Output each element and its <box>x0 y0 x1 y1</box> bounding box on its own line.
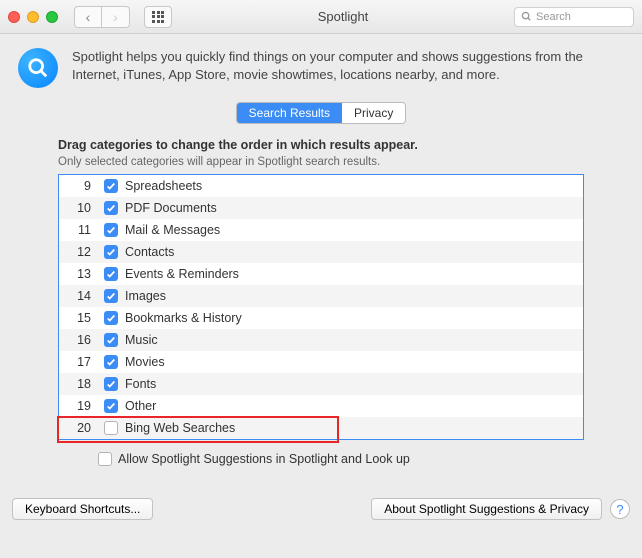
tab-group: Search Results Privacy <box>236 102 407 124</box>
instructions-bold: Drag categories to change the order in w… <box>58 138 584 152</box>
row-checkbox[interactable] <box>104 355 118 369</box>
row-label: Other <box>123 399 156 413</box>
window-title: Spotlight <box>178 9 508 24</box>
spotlight-icon <box>18 48 58 88</box>
row-number: 14 <box>59 289 99 303</box>
instructions-sub: Only selected categories will appear in … <box>58 156 584 168</box>
row-label: Fonts <box>123 377 156 391</box>
row-checkbox[interactable] <box>104 267 118 281</box>
row-number: 17 <box>59 355 99 369</box>
grid-icon <box>152 11 164 23</box>
category-row[interactable]: 13 Events & Reminders <box>59 263 583 285</box>
about-button[interactable]: About Spotlight Suggestions & Privacy <box>371 498 602 520</box>
row-checkbox[interactable] <box>104 421 118 435</box>
category-row[interactable]: 19 Other <box>59 395 583 417</box>
row-label: PDF Documents <box>123 201 217 215</box>
help-button[interactable]: ? <box>610 499 630 519</box>
row-label: Images <box>123 289 166 303</box>
row-label: Contacts <box>123 245 174 259</box>
category-row[interactable]: 12 Contacts <box>59 241 583 263</box>
row-number: 9 <box>59 179 99 193</box>
row-checkbox-wrap <box>99 201 123 215</box>
row-checkbox[interactable] <box>104 289 118 303</box>
category-row[interactable]: 9 Spreadsheets <box>59 175 583 197</box>
allow-checkbox[interactable] <box>98 452 112 466</box>
zoom-icon[interactable] <box>46 11 58 23</box>
row-number: 16 <box>59 333 99 347</box>
description-text: Spotlight helps you quickly find things … <box>72 48 624 83</box>
row-checkbox[interactable] <box>104 245 118 259</box>
row-checkbox-wrap <box>99 245 123 259</box>
allow-label: Allow Spotlight Suggestions in Spotlight… <box>118 452 410 466</box>
forward-button: › <box>102 6 130 28</box>
row-checkbox[interactable] <box>104 377 118 391</box>
show-all-button[interactable] <box>144 6 172 28</box>
row-checkbox-wrap <box>99 311 123 325</box>
row-checkbox-wrap <box>99 179 123 193</box>
row-checkbox-wrap <box>99 289 123 303</box>
row-label: Bookmarks & History <box>123 311 242 325</box>
category-row[interactable]: 20 Bing Web Searches <box>59 417 583 439</box>
back-button[interactable]: ‹ <box>74 6 102 28</box>
row-checkbox[interactable] <box>104 201 118 215</box>
category-row[interactable]: 10 PDF Documents <box>59 197 583 219</box>
search-placeholder: Search <box>536 11 571 23</box>
row-number: 11 <box>59 223 99 237</box>
category-row[interactable]: 11 Mail & Messages <box>59 219 583 241</box>
tab-bar: Search Results Privacy <box>18 102 624 124</box>
row-checkbox[interactable] <box>104 399 118 413</box>
panel: Drag categories to change the order in w… <box>18 138 624 466</box>
row-checkbox[interactable] <box>104 179 118 193</box>
footer: Keyboard Shortcuts... About Spotlight Su… <box>0 498 642 532</box>
allow-suggestions-row[interactable]: Allow Spotlight Suggestions in Spotlight… <box>98 452 584 466</box>
row-checkbox-wrap <box>99 355 123 369</box>
row-number: 20 <box>59 421 99 435</box>
header: Spotlight helps you quickly find things … <box>18 48 624 88</box>
traffic-lights <box>8 11 58 23</box>
minimize-icon[interactable] <box>27 11 39 23</box>
content: Spotlight helps you quickly find things … <box>0 34 642 476</box>
window-root: ‹ › Spotlight Search Spotlight helps you… <box>0 0 642 558</box>
keyboard-shortcuts-button[interactable]: Keyboard Shortcuts... <box>12 498 153 520</box>
category-row[interactable]: 14 Images <box>59 285 583 307</box>
row-checkbox[interactable] <box>104 333 118 347</box>
row-checkbox-wrap <box>99 377 123 391</box>
row-checkbox-wrap <box>99 333 123 347</box>
titlebar: ‹ › Spotlight Search <box>0 0 642 34</box>
category-row[interactable]: 15 Bookmarks & History <box>59 307 583 329</box>
category-row[interactable]: 18 Fonts <box>59 373 583 395</box>
row-checkbox-wrap <box>99 399 123 413</box>
category-list[interactable]: 9 Spreadsheets 10 PDF Documents 11 Mail & Mes… <box>58 174 584 440</box>
row-label: Bing Web Searches <box>123 421 235 435</box>
row-label: Movies <box>123 355 165 369</box>
row-checkbox-wrap <box>99 267 123 281</box>
footer-right: About Spotlight Suggestions & Privacy ? <box>371 498 630 520</box>
close-icon[interactable] <box>8 11 20 23</box>
row-label: Music <box>123 333 158 347</box>
category-row[interactable]: 16 Music <box>59 329 583 351</box>
row-number: 18 <box>59 377 99 391</box>
row-checkbox[interactable] <box>104 311 118 325</box>
nav-buttons: ‹ › <box>74 6 130 28</box>
row-label: Spreadsheets <box>123 179 202 193</box>
row-number: 13 <box>59 267 99 281</box>
search-icon <box>521 11 532 22</box>
category-row[interactable]: 17 Movies <box>59 351 583 373</box>
search-input[interactable]: Search <box>514 7 634 27</box>
tab-privacy[interactable]: Privacy <box>342 103 405 123</box>
row-label: Events & Reminders <box>123 267 239 281</box>
tab-search-results[interactable]: Search Results <box>237 103 342 123</box>
row-checkbox-wrap <box>99 421 123 435</box>
row-checkbox-wrap <box>99 223 123 237</box>
row-number: 19 <box>59 399 99 413</box>
row-number: 15 <box>59 311 99 325</box>
row-number: 12 <box>59 245 99 259</box>
row-checkbox[interactable] <box>104 223 118 237</box>
row-label: Mail & Messages <box>123 223 220 237</box>
row-number: 10 <box>59 201 99 215</box>
